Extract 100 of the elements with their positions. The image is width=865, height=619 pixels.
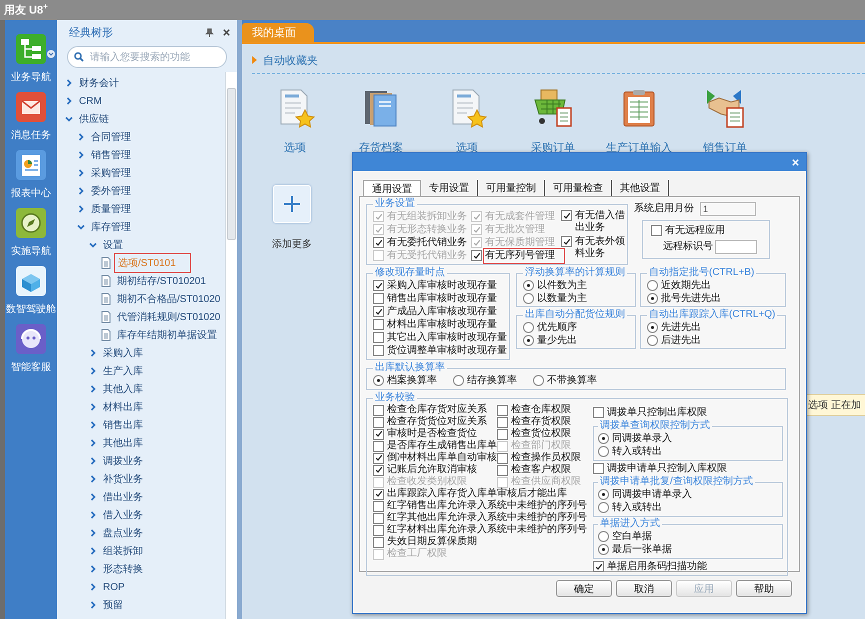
tree-item[interactable]: 库存年结期初单据设置: [115, 327, 219, 343]
radio-button[interactable]: [523, 322, 534, 333]
checkbox[interactable]: [373, 306, 384, 317]
chevron-right-icon[interactable]: [89, 367, 97, 375]
radio-button[interactable]: [373, 375, 384, 386]
chevron-right-icon[interactable]: [89, 547, 97, 555]
mail-icon[interactable]: [16, 92, 46, 122]
dialog-button[interactable]: 帮助: [736, 580, 792, 597]
tree-item[interactable]: 销售管理: [89, 147, 133, 163]
section-title[interactable]: 自动收藏夹: [263, 52, 318, 68]
compass-icon[interactable]: [16, 208, 46, 238]
chevron-down-icon[interactable]: [77, 223, 85, 231]
tree-item[interactable]: 质量管理: [89, 201, 133, 217]
radio-button[interactable]: [647, 335, 658, 346]
chevron-right-icon[interactable]: [89, 475, 97, 483]
checkbox[interactable]: [373, 524, 384, 536]
checkbox[interactable]: [373, 428, 384, 440]
chevron-right-icon[interactable]: [89, 421, 97, 429]
add-label[interactable]: 添加更多: [272, 237, 312, 251]
chevron-down-icon[interactable]: [65, 115, 73, 123]
chevron-right-icon[interactable]: [65, 97, 73, 105]
shortcut-label[interactable]: 选项: [456, 140, 478, 155]
chevron-right-icon[interactable]: [77, 133, 85, 141]
chevron-right-icon[interactable]: [77, 205, 85, 213]
checkbox[interactable]: [373, 536, 384, 548]
dialog-button[interactable]: 取消: [616, 580, 672, 597]
checkbox[interactable]: [471, 250, 482, 261]
checkbox[interactable]: [373, 440, 384, 452]
checkbox[interactable]: [593, 463, 604, 474]
radio-button[interactable]: [598, 544, 609, 555]
checkbox[interactable]: [373, 416, 384, 428]
radio-button[interactable]: [533, 375, 544, 386]
nav-rail-label[interactable]: 数智驾驶舱: [6, 302, 56, 316]
tree-item[interactable]: CRM: [77, 94, 104, 108]
radio-button[interactable]: [598, 446, 609, 457]
radio-button[interactable]: [523, 280, 534, 291]
checkbox[interactable]: [373, 237, 384, 248]
radio-button[interactable]: [647, 293, 658, 304]
tree-item[interactable]: 借出业务: [101, 489, 145, 505]
checkbox[interactable]: [373, 512, 384, 524]
tree-item[interactable]: 材料出库: [101, 399, 145, 415]
checkbox[interactable]: [497, 452, 508, 464]
checkbox[interactable]: [373, 464, 384, 476]
radio-button[interactable]: [523, 335, 534, 346]
checkbox[interactable]: [373, 345, 384, 356]
checkbox[interactable]: [373, 293, 384, 304]
chevron-right-icon[interactable]: [89, 457, 97, 465]
chevron-right-icon[interactable]: [89, 349, 97, 357]
tree-item[interactable]: ROP: [101, 580, 127, 594]
radio-button[interactable]: [647, 280, 658, 291]
checkbox[interactable]: [651, 225, 662, 236]
chevron-right-icon[interactable]: [65, 79, 73, 87]
checkbox[interactable]: [373, 404, 384, 416]
chevron-right-icon[interactable]: [89, 601, 97, 609]
tree-item[interactable]: 其他入库: [101, 381, 145, 397]
tree-item[interactable]: 其他出库: [101, 435, 145, 451]
checkbox[interactable]: [373, 319, 384, 330]
chevron-right-icon[interactable]: [77, 169, 85, 177]
tree-item[interactable]: 期初结存/ST010201: [115, 273, 208, 289]
close-icon[interactable]: [222, 28, 231, 36]
nav-rail-label[interactable]: 智能客服: [11, 360, 51, 374]
tree-item[interactable]: 补货业务: [101, 471, 145, 487]
radio-button[interactable]: [647, 322, 658, 333]
checkbox[interactable]: [593, 561, 604, 572]
tree-item[interactable]: 调拨业务: [101, 453, 145, 469]
chevron-right-icon[interactable]: [89, 511, 97, 519]
checkbox[interactable]: [373, 332, 384, 343]
checkbox[interactable]: [373, 452, 384, 464]
tree-item[interactable]: 设置: [101, 237, 125, 253]
tree-item[interactable]: 生产入库: [101, 363, 145, 379]
nav-rail-label[interactable]: 报表中心: [11, 186, 51, 200]
shortcut-label[interactable]: 选项: [284, 140, 306, 155]
tree-item[interactable]: 组装拆卸: [101, 543, 145, 559]
chevron-right-icon[interactable]: [89, 403, 97, 411]
radio-button[interactable]: [453, 375, 464, 386]
nav-rail-label[interactable]: 实施导航: [11, 244, 51, 258]
tree-item[interactable]: 合同管理: [89, 129, 133, 145]
cube-icon[interactable]: [16, 266, 46, 296]
chevron-right-icon[interactable]: [89, 583, 97, 591]
radio-button[interactable]: [598, 433, 609, 444]
nav-rail-label[interactable]: 消息任务: [11, 128, 51, 142]
shopping-cart-icon[interactable]: [533, 88, 573, 128]
chevron-down-icon[interactable]: [89, 241, 97, 249]
tree-item[interactable]: 预留: [101, 597, 125, 613]
headset-icon[interactable]: [16, 324, 46, 354]
radio-button[interactable]: [598, 502, 609, 513]
radio-button[interactable]: [523, 293, 534, 304]
tree-item[interactable]: 供应链: [77, 111, 111, 127]
pin-icon[interactable]: [205, 28, 214, 36]
chevron-right-icon[interactable]: [77, 151, 85, 159]
chevron-right-icon[interactable]: [89, 439, 97, 447]
tree-item[interactable]: 借入业务: [101, 507, 145, 523]
checkbox[interactable]: [373, 488, 384, 500]
chevron-right-icon[interactable]: [89, 493, 97, 501]
tree-item[interactable]: 销售出库: [101, 417, 145, 433]
checkbox[interactable]: [373, 500, 384, 512]
checkbox[interactable]: [497, 404, 508, 416]
input-field[interactable]: [715, 240, 757, 254]
tab[interactable]: 通用设置: [363, 180, 421, 196]
chevron-right-icon[interactable]: [89, 565, 97, 573]
